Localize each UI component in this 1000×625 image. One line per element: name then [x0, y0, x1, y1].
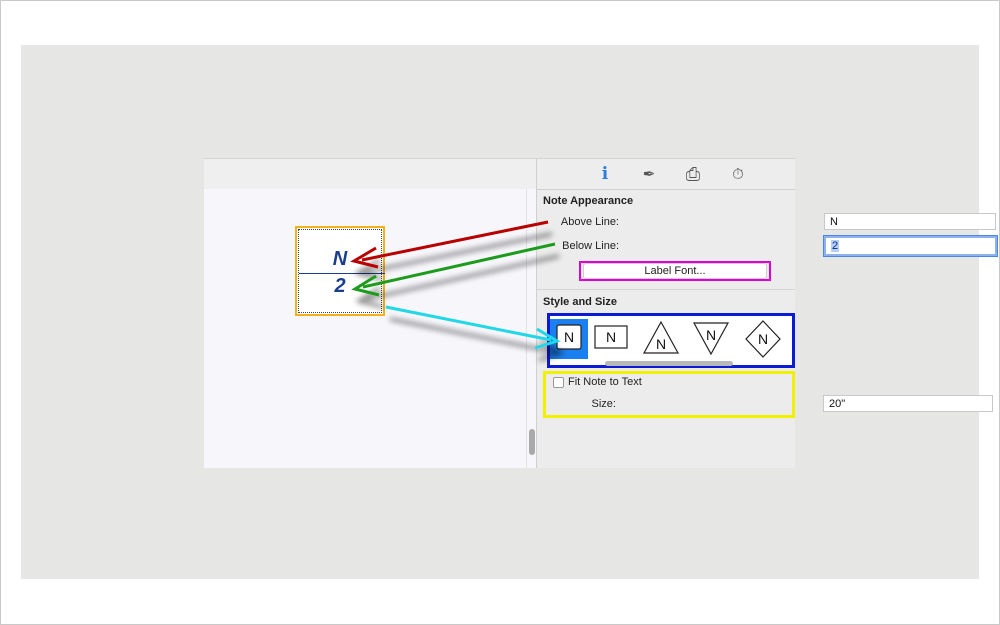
style-and-size-title: Style and Size: [543, 296, 617, 308]
fit-note-checkbox[interactable]: [553, 377, 564, 388]
diamond-note-icon: N: [745, 320, 781, 358]
style-square[interactable]: N: [592, 319, 630, 359]
below-line-label: Below Line:: [562, 240, 619, 252]
style-glyph: N: [656, 336, 666, 352]
inspector-panel: i ✒ ⎙ ⏱ Note Appearance Above Line: N Be…: [537, 158, 998, 468]
style-diamond[interactable]: N: [744, 319, 782, 359]
size-label: Size:: [591, 398, 616, 410]
label-font-button[interactable]: Label Font...: [583, 263, 767, 279]
below-line-field[interactable]: 2: [823, 235, 998, 257]
style-triangle-down[interactable]: N: [692, 319, 730, 359]
square-note-icon: N: [594, 325, 628, 349]
style-glyph: N: [706, 327, 716, 343]
note-style-picker: N N N N N: [547, 313, 795, 368]
above-line-field[interactable]: N: [824, 213, 996, 230]
app-window: i ✒ ⎙ ⏱ Note Appearance Above Line: N Be…: [204, 158, 998, 468]
note-selection-outline: N 2: [298, 229, 385, 313]
canvas-toolbar: [204, 158, 536, 190]
printer-icon[interactable]: ⎙: [682, 164, 704, 184]
info-icon[interactable]: i: [594, 164, 616, 184]
note-divider-line: [299, 273, 385, 274]
triangle-down-note-icon: N: [692, 322, 730, 356]
fit-note-label: Fit Note to Text: [568, 376, 642, 388]
square-note-icon: N: [556, 324, 582, 350]
scrollbar-thumb[interactable]: [529, 429, 535, 455]
triangle-up-note-icon: N: [642, 320, 680, 354]
section-separator: [537, 289, 795, 290]
note-appearance-title: Note Appearance: [543, 195, 634, 207]
inspector-tab-bar: i ✒ ⎙ ⏱: [537, 158, 795, 190]
style-glyph: N: [564, 329, 574, 345]
above-line-label: Above Line:: [560, 216, 619, 228]
size-field[interactable]: 20": [823, 395, 993, 412]
style-picker-scrollbar[interactable]: [605, 361, 733, 366]
timer-icon[interactable]: ⏱: [727, 164, 749, 184]
note-above-text: N: [332, 248, 348, 270]
note-below-text: 2: [334, 275, 346, 297]
style-glyph: N: [606, 329, 616, 345]
node-note[interactable]: N 2: [295, 226, 385, 316]
style-square-selected[interactable]: N: [550, 319, 588, 359]
style-triangle-up[interactable]: N: [642, 319, 680, 359]
below-line-selection: 2: [831, 240, 840, 252]
style-glyph: N: [758, 331, 768, 347]
pen-icon[interactable]: ✒: [638, 164, 660, 184]
